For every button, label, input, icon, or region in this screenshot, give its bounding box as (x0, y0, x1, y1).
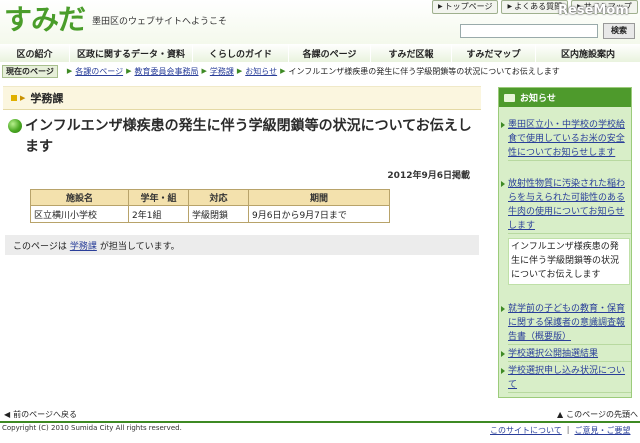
breadcrumb-departments[interactable]: 各課のページ (75, 66, 123, 77)
site-header: すみだ 墨田区のウェブサイトへようこそ ▶ トップページ ▶ よくある質問 ▶ … (0, 0, 640, 44)
breadcrumb-school-affairs[interactable]: 学務課 (210, 66, 234, 77)
sidebar-item-application-status[interactable]: 学校選択申し込み状況について (501, 364, 631, 393)
footer-divider (0, 421, 640, 423)
feedback-link[interactable]: ご意見・ご要望 (574, 425, 630, 436)
breadcrumb: 現在のページ ▶ 各課のページ ▶ 教育委員会事務局 ▶ 学務課 ▶ お知らせ … (0, 64, 640, 78)
arrow-right-icon: ▶ (280, 67, 286, 75)
column-header-grade-class: 学年・組 (128, 189, 189, 206)
cell-facility: 区立横川小学校 (30, 205, 129, 223)
divider: | (566, 425, 570, 434)
department-name: 学務課 (30, 92, 64, 105)
page-top-link[interactable]: ▲ このページの先頭へ (557, 409, 638, 420)
sidebar-item-label: 放射性物質に汚染された稲わらを与えられた可能性のある牛肉の使用についてお知らせし… (508, 179, 626, 231)
back-link[interactable]: ◀ 前のページへ戻る (4, 409, 77, 420)
top-page-link-label: トップページ (444, 2, 493, 11)
back-link-label: 前のページへ戻る (13, 410, 77, 419)
site-logo[interactable]: すみだ (4, 2, 86, 38)
publish-date: 2012年9月6日掲載 (387, 171, 470, 181)
nav-item-data[interactable]: 区政に関するデータ・資料 (70, 44, 193, 62)
nav-item-living-guide[interactable]: くらしのガイド (193, 44, 289, 62)
footer-links: このサイトについて | ご意見・ご要望 (490, 425, 630, 436)
page-title: インフルエンザ様疾患の発生に伴う学級閉鎖等の状況についてお伝えします (25, 118, 472, 155)
owner-suffix: が担当しています。 (99, 241, 180, 252)
watermark-brand: ReseMom (558, 3, 629, 18)
page-owner-note: このページは 学務課 が担当しています。 (5, 235, 479, 255)
breadcrumb-current-label: 現在のページ (2, 64, 58, 78)
page-top-label: このページの先頭へ (566, 410, 638, 419)
sidebar-item-label: 墨田区立小・中学校の学校給食で使用しているお米の安全性についてお知らせします (508, 120, 626, 158)
closure-table: 施設名 学年・組 対応 期間 区立横川小学校 2年1組 学級閉鎖 9月6日から9… (30, 189, 390, 223)
breadcrumb-education-board[interactable]: 教育委員会事務局 (134, 66, 198, 77)
breadcrumb-notices[interactable]: お知らせ (245, 66, 277, 77)
arrow-right-icon (501, 351, 505, 357)
cell-grade-class: 2年1組 (128, 205, 189, 223)
nav-item-map[interactable]: すみだマップ (452, 44, 536, 62)
sidebar-item-label: インフルエンザ様疾患の発生に伴う学級閉鎖等の状況についてお伝えします (511, 242, 620, 280)
table-row: 区立横川小学校 2年1組 学級閉鎖 9月6日から9月7日まで (30, 205, 390, 223)
nav-item-about[interactable]: 区の紹介 (0, 44, 70, 62)
cell-action: 学級閉鎖 (188, 205, 249, 223)
site-tagline: 墨田区のウェブサイトへようこそ (92, 17, 228, 27)
arrow-up-icon: ▲ (557, 410, 564, 419)
sidebar-item-label: 学校選択申し込み状況について (508, 366, 626, 390)
arrow-right-icon (501, 181, 505, 187)
notices-sidebar: お知らせ 墨田区立小・中学校の学校給食で使用しているお米の安全性についてお知らせ… (498, 87, 632, 398)
arrow-right-icon: ▶ (507, 3, 513, 10)
sidebar-item-rice-safety[interactable]: 墨田区立小・中学校の学校給食で使用しているお米の安全性についてお知らせします (501, 118, 631, 161)
arrow-right-icon: ▶ (236, 67, 243, 75)
department-header: ▶ 学務課 (3, 86, 481, 110)
green-ball-icon (8, 119, 22, 133)
arrow-left-icon: ◀ (4, 410, 11, 419)
arrow-right-icon: ▶ (126, 67, 132, 75)
table-header-row: 施設名 学年・組 対応 期間 (30, 189, 390, 206)
copyright: Copyright (C) 2010 Sumida City All right… (2, 424, 182, 432)
nav-item-departments[interactable]: 各課のページ (289, 44, 371, 62)
nav-item-ward-news[interactable]: すみだ区報 (371, 44, 452, 62)
faq-link-label: よくある質問 (514, 2, 563, 11)
sidebar-item-beef-safety[interactable]: 放射性物質に汚染された稲わらを与えられた可能性のある牛肉の使用についてお知らせし… (501, 177, 631, 234)
arrow-right-icon (501, 306, 505, 312)
nav-item-facilities[interactable]: 区内施設案内 (536, 44, 640, 62)
sidebar-item-lottery-results[interactable]: 学校選択公開抽選結果 (501, 347, 631, 362)
arrow-right-icon: ▶ (438, 3, 443, 10)
column-header-facility: 施設名 (30, 189, 129, 206)
owner-department-link[interactable]: 学務課 (70, 239, 97, 252)
search-button[interactable]: 検索 (603, 23, 635, 39)
sidebar-item-parent-survey[interactable]: 就学前の子どもの教育・保育に関する保護者の意識調査報告書（概要版） (501, 302, 631, 345)
square-bullet-icon (11, 95, 17, 101)
top-page-link[interactable]: ▶ トップページ (432, 0, 499, 14)
sidebar-item-influenza-current: インフルエンザ様疾患の発生に伴う学級閉鎖等の状況についてお伝えします (508, 238, 630, 285)
arrow-right-icon: ▶ (66, 67, 73, 75)
folder-icon (504, 93, 515, 102)
sidebar-title: お知らせ (520, 94, 556, 104)
search-input[interactable] (460, 24, 598, 38)
sidebar-header: お知らせ (499, 88, 631, 107)
arrow-right-icon (501, 122, 505, 128)
column-header-action: 対応 (188, 189, 249, 206)
sidebar-item-label: 学校選択公開抽選結果 (508, 349, 599, 359)
global-nav: 区の紹介 区政に関するデータ・資料 くらしのガイド 各課のページ すみだ区報 す… (0, 44, 640, 62)
breadcrumb-here: インフルエンザ様疾患の発生に伴う学級閉鎖等の状況についてお伝えします (288, 66, 560, 76)
owner-prefix: このページは (13, 241, 67, 252)
sidebar-item-label: 就学前の子どもの教育・保育に関する保護者の意識調査報告書（概要版） (508, 304, 626, 342)
arrow-right-icon: ▶ (20, 94, 26, 102)
cell-period: 9月6日から9月7日まで (248, 205, 390, 223)
footer-nav: ◀ 前のページへ戻る ▲ このページの先頭へ (0, 408, 640, 421)
column-header-period: 期間 (248, 189, 390, 206)
page-title-block: インフルエンザ様疾患の発生に伴う学級閉鎖等の状況についてお伝えします (8, 116, 476, 158)
about-site-link[interactable]: このサイトについて (490, 425, 562, 436)
arrow-right-icon (501, 368, 505, 374)
arrow-right-icon: ▶ (201, 67, 207, 75)
